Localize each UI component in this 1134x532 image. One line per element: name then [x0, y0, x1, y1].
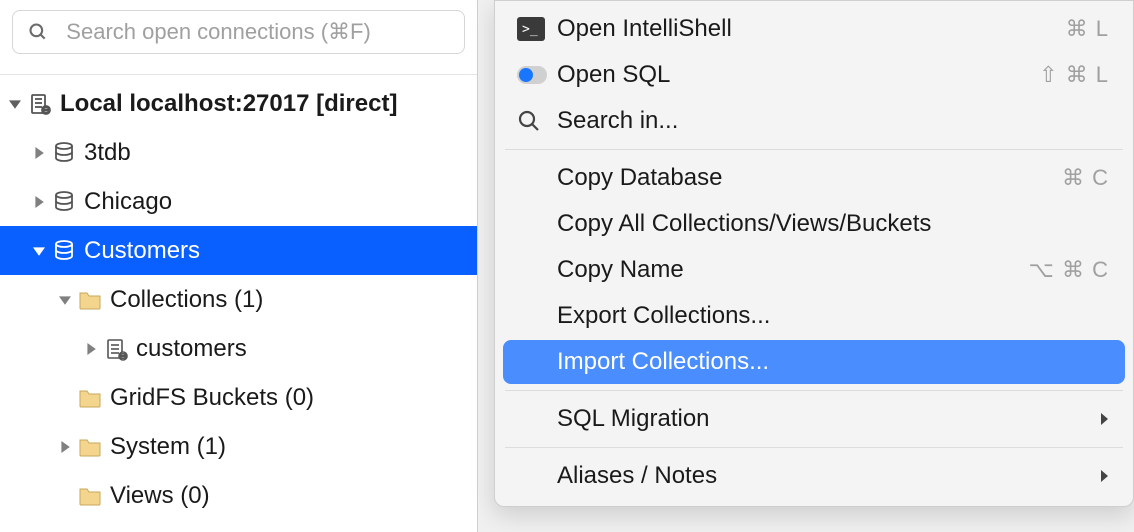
- menu-label: Copy Database: [557, 164, 1062, 192]
- db-label: Customers: [84, 237, 200, 265]
- chevron-down-icon[interactable]: [28, 245, 50, 257]
- menu-label: Open SQL: [557, 61, 1039, 89]
- menu-label: Copy Name: [557, 256, 1029, 284]
- folder-label: Collections (1): [110, 286, 263, 314]
- menu-label: Import Collections...: [557, 348, 1109, 376]
- folder-label: GridFS Buckets (0): [110, 384, 314, 412]
- tree-collection-customers[interactable]: customers: [0, 324, 477, 373]
- tree-system-folder[interactable]: System (1): [0, 422, 477, 471]
- connection-label: Local localhost:27017 [direct]: [60, 90, 397, 118]
- database-icon: [50, 141, 78, 165]
- menu-separator: [505, 149, 1123, 150]
- menu-label: SQL Migration: [557, 405, 1091, 433]
- chevron-right-icon: [1091, 406, 1109, 432]
- menu-label: Aliases / Notes: [557, 462, 1091, 490]
- menu-shortcut: ⌘ C: [1062, 165, 1109, 191]
- menu-export-collections[interactable]: Export Collections...: [503, 294, 1125, 338]
- folder-label: Views (0): [110, 482, 210, 510]
- menu-shortcut: ⌥ ⌘ C: [1029, 257, 1109, 283]
- folder-label: System (1): [110, 433, 226, 461]
- folder-icon: [76, 486, 104, 506]
- menu-shortcut: ⇧ ⌘ L: [1039, 62, 1109, 88]
- chevron-right-icon[interactable]: [28, 147, 50, 159]
- tree-gridfs-folder[interactable]: GridFS Buckets (0): [0, 373, 477, 422]
- menu-open-intellishell[interactable]: >_ Open IntelliShell ⌘ L: [503, 7, 1125, 51]
- folder-icon: [76, 437, 104, 457]
- db-label: Chicago: [84, 188, 172, 216]
- folder-icon: [76, 290, 104, 310]
- search-icon: [25, 22, 50, 42]
- tree-views-folder[interactable]: Views (0): [0, 471, 477, 520]
- search-wrap: [0, 0, 477, 75]
- tree-connection-root[interactable]: Local localhost:27017 [direct]: [0, 79, 477, 128]
- menu-label: Copy All Collections/Views/Buckets: [557, 210, 1109, 238]
- menu-shortcut: ⌘ L: [1066, 16, 1109, 42]
- chevron-right-icon[interactable]: [28, 196, 50, 208]
- database-icon: [50, 239, 78, 263]
- database-icon: [50, 190, 78, 214]
- menu-import-collections[interactable]: Import Collections...: [503, 340, 1125, 384]
- collection-label: customers: [136, 335, 247, 363]
- menu-sql-migration[interactable]: SQL Migration: [503, 397, 1125, 441]
- connection-tree: Local localhost:27017 [direct] 3tdb Chic…: [0, 75, 477, 520]
- chevron-right-icon[interactable]: [80, 343, 102, 355]
- tree-db-chicago[interactable]: Chicago: [0, 177, 477, 226]
- search-icon: [517, 109, 557, 133]
- search-input-container[interactable]: [12, 10, 465, 54]
- menu-aliases-notes[interactable]: Aliases / Notes: [503, 454, 1125, 498]
- server-icon: [26, 92, 54, 116]
- menu-copy-database[interactable]: Copy Database ⌘ C: [503, 156, 1125, 200]
- chevron-right-icon[interactable]: [54, 441, 76, 453]
- menu-copy-all[interactable]: Copy All Collections/Views/Buckets: [503, 202, 1125, 246]
- chevron-right-icon: [1091, 463, 1109, 489]
- context-menu: >_ Open IntelliShell ⌘ L Open SQL ⇧ ⌘ L …: [494, 0, 1134, 507]
- connections-sidebar: Local localhost:27017 [direct] 3tdb Chic…: [0, 0, 478, 532]
- search-input[interactable]: [66, 19, 452, 45]
- menu-label: Open IntelliShell: [557, 15, 1066, 43]
- db-label: 3tdb: [84, 139, 131, 167]
- tree-db-customers[interactable]: Customers: [0, 226, 477, 275]
- folder-icon: [76, 388, 104, 408]
- terminal-icon: >_: [517, 17, 557, 41]
- menu-search-in[interactable]: Search in...: [503, 99, 1125, 143]
- collection-icon: [102, 337, 130, 361]
- sql-toggle-icon: [517, 66, 557, 84]
- chevron-down-icon[interactable]: [54, 294, 76, 306]
- tree-collections-folder[interactable]: Collections (1): [0, 275, 477, 324]
- menu-open-sql[interactable]: Open SQL ⇧ ⌘ L: [503, 53, 1125, 97]
- chevron-down-icon[interactable]: [4, 98, 26, 110]
- menu-label: Search in...: [557, 107, 1109, 135]
- menu-copy-name[interactable]: Copy Name ⌥ ⌘ C: [503, 248, 1125, 292]
- menu-separator: [505, 390, 1123, 391]
- menu-label: Export Collections...: [557, 302, 1109, 330]
- tree-db-3tdb[interactable]: 3tdb: [0, 128, 477, 177]
- svg-text:>_: >_: [522, 22, 538, 37]
- menu-separator: [505, 447, 1123, 448]
